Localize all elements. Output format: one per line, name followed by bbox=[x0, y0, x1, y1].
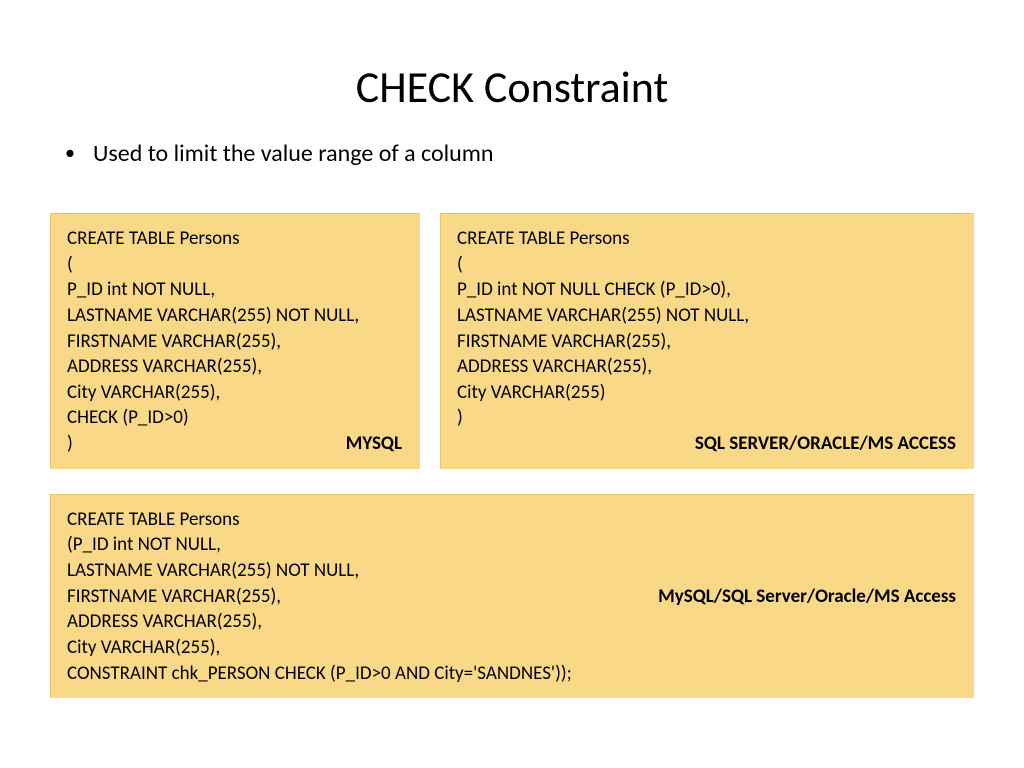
code-line: ADDRESS VARCHAR(255), bbox=[67, 354, 404, 380]
code-box-label: MySQL/SQL Server/Oracle/MS Access bbox=[658, 584, 956, 610]
code-line: ( bbox=[67, 252, 404, 278]
code-box-label: MYSQL bbox=[346, 431, 402, 457]
slide: CHECK Constraint • Used to limit the val… bbox=[0, 0, 1024, 743]
code-line: City VARCHAR(255), bbox=[67, 635, 958, 661]
code-line: LASTNAME VARCHAR(255) NOT NULL, bbox=[67, 303, 404, 329]
code-line: FIRSTNAME VARCHAR(255), bbox=[67, 329, 404, 355]
code-line: LASTNAME VARCHAR(255) NOT NULL, bbox=[67, 558, 958, 584]
code-line: (P_ID int NOT NULL, bbox=[67, 532, 958, 558]
code-line: ADDRESS VARCHAR(255), bbox=[457, 354, 958, 380]
code-line: City VARCHAR(255) bbox=[457, 380, 958, 406]
code-line: P_ID int NOT NULL, bbox=[67, 277, 404, 303]
code-row-bottom: CREATE TABLE Persons (P_ID int NOT NULL,… bbox=[50, 494, 974, 698]
slide-title: CHECK Constraint bbox=[50, 60, 974, 114]
code-line: FIRSTNAME VARCHAR(255), bbox=[457, 329, 958, 355]
code-row-top: CREATE TABLE Persons ( P_ID int NOT NULL… bbox=[50, 213, 974, 469]
code-line: ) bbox=[457, 405, 958, 431]
code-line: City VARCHAR(255), bbox=[67, 380, 404, 406]
code-line: ( bbox=[457, 252, 958, 278]
code-box-label: SQL SERVER/ORACLE/MS ACCESS bbox=[695, 431, 956, 457]
code-line: CHECK (P_ID>0) bbox=[67, 405, 404, 431]
code-line: CREATE TABLE Persons bbox=[67, 226, 404, 252]
code-box-sqlserver: CREATE TABLE Persons ( P_ID int NOT NULL… bbox=[440, 213, 974, 469]
code-line: LASTNAME VARCHAR(255) NOT NULL, bbox=[457, 303, 958, 329]
bullet-icon: • bbox=[65, 143, 75, 163]
code-line: CREATE TABLE Persons bbox=[67, 507, 958, 533]
code-box-mysql: CREATE TABLE Persons ( P_ID int NOT NULL… bbox=[50, 213, 420, 469]
code-line: P_ID int NOT NULL CHECK (P_ID>0), bbox=[457, 277, 958, 303]
bullet-item: • Used to limit the value range of a col… bbox=[50, 139, 974, 168]
code-box-combined: CREATE TABLE Persons (P_ID int NOT NULL,… bbox=[50, 494, 974, 698]
code-line: CREATE TABLE Persons bbox=[457, 226, 958, 252]
bullet-text: Used to limit the value range of a colum… bbox=[93, 139, 494, 168]
code-line: CONSTRAINT chk_PERSON CHECK (P_ID>0 AND … bbox=[67, 661, 958, 687]
code-line: ADDRESS VARCHAR(255), bbox=[67, 609, 958, 635]
